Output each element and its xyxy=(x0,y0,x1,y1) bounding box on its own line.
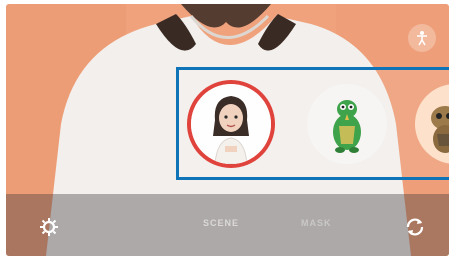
sticker-selection-strip xyxy=(176,67,449,180)
mode-mask[interactable]: MASK xyxy=(301,218,332,228)
settings-icon[interactable] xyxy=(38,216,60,238)
brown-creature-sticker[interactable] xyxy=(415,84,449,164)
mode-scene[interactable]: SCENE xyxy=(203,218,239,228)
green-dinosaur-sticker[interactable] xyxy=(307,84,387,164)
my-emoji-avatar-sticker[interactable] xyxy=(191,84,271,164)
switch-camera-icon[interactable] xyxy=(404,216,426,238)
avatar-icon xyxy=(213,96,249,164)
creature-icon xyxy=(431,106,449,153)
camera-bottom-bar: SCENE MASK xyxy=(6,194,449,256)
body-icon[interactable] xyxy=(408,24,436,52)
dinosaur-icon xyxy=(333,100,361,153)
camera-viewfinder: SCENE MASK xyxy=(6,4,449,256)
